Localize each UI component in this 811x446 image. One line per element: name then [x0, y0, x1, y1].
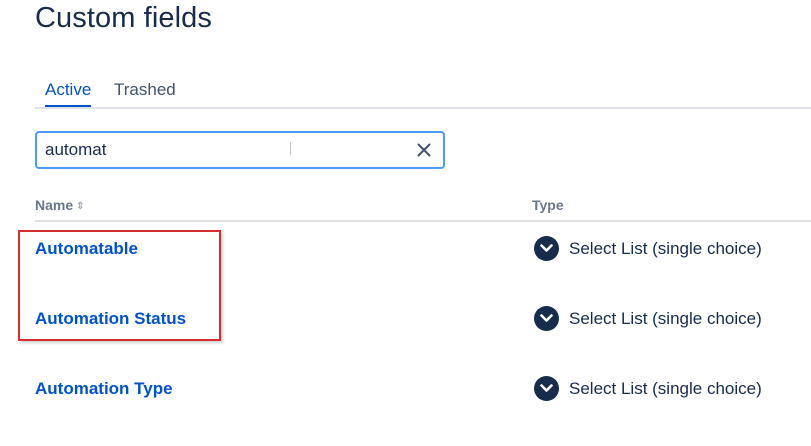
search-box [35, 131, 445, 169]
highlight-annotation [18, 230, 221, 341]
custom-fields-page: Custom fields Active Trashed Name⇕ Type … [0, 0, 811, 446]
field-type-label: Select List (single choice) [569, 379, 762, 398]
tabs-bar: Active Trashed [35, 80, 811, 108]
search-input[interactable] [45, 133, 405, 167]
sort-icon[interactable]: ⇕ [76, 201, 84, 212]
field-name-link[interactable]: Automation Type [35, 379, 173, 399]
tab-trashed[interactable]: Trashed [114, 80, 176, 106]
table-header: Name ⇕ Type [35, 197, 811, 219]
header-divider [35, 220, 811, 222]
chevron-down-circle-icon [534, 306, 559, 331]
table-row: Automation Type Select List (single choi… [35, 376, 811, 406]
close-icon[interactable] [417, 143, 431, 157]
field-type-label: Select List (single choice) [569, 309, 762, 328]
column-header-type: Type [532, 197, 564, 213]
page-title: Custom fields [35, 2, 212, 34]
field-type-label: Select List (single choice) [569, 239, 762, 258]
chevron-down-circle-icon [534, 376, 559, 401]
chevron-down-circle-icon [534, 236, 559, 261]
tab-active[interactable]: Active [45, 80, 92, 107]
tabs-divider [35, 107, 811, 109]
text-cursor-icon [290, 142, 291, 155]
column-header-name[interactable]: Name ⇕ [35, 197, 85, 213]
column-header-name-label: Name [35, 197, 74, 213]
